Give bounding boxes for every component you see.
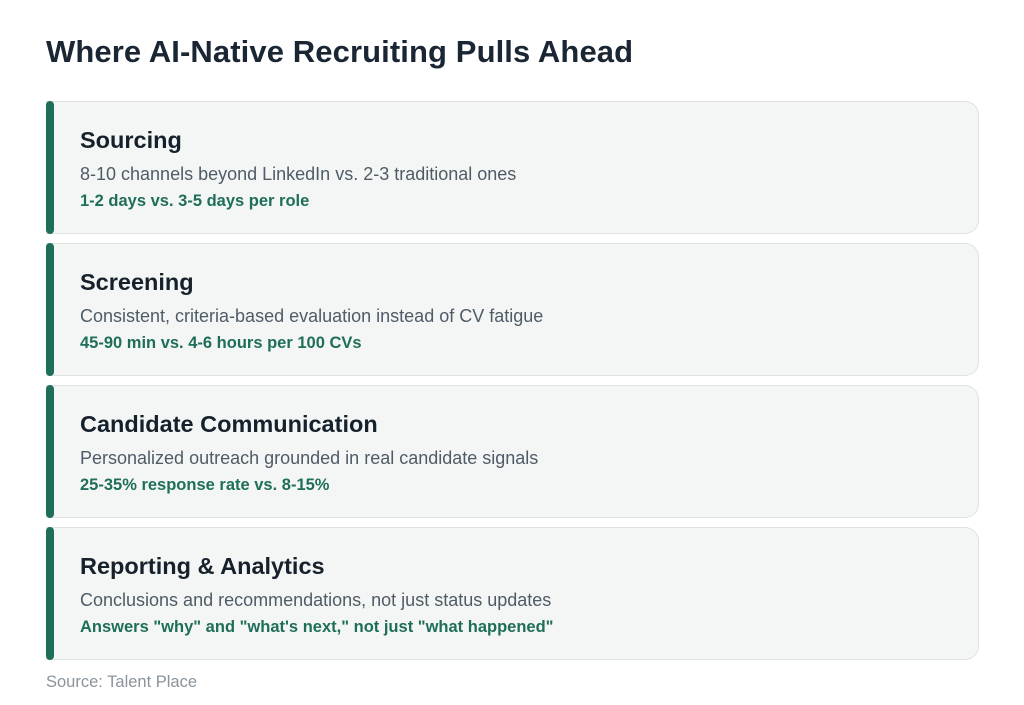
card-metric: 45-90 min vs. 4-6 hours per 100 CVs xyxy=(80,334,362,352)
card-description: Personalized outreach grounded in real c… xyxy=(80,448,539,468)
comparison-card-list: Sourcing 8-10 channels beyond LinkedIn v… xyxy=(46,101,979,669)
card-metric: 25-35% response rate vs. 8-15% xyxy=(80,476,330,494)
card-accent-bar xyxy=(46,527,54,660)
card-accent-bar xyxy=(46,243,54,376)
card-description: 8-10 channels beyond LinkedIn vs. 2-3 tr… xyxy=(80,164,517,184)
card-metric: Answers "why" and "what's next," not jus… xyxy=(80,618,554,636)
card-screening: Screening Consistent, criteria-based eva… xyxy=(46,243,979,376)
card-candidate-communication: Candidate Communication Personalized out… xyxy=(46,385,979,518)
card-sourcing: Sourcing 8-10 channels beyond LinkedIn v… xyxy=(46,101,979,234)
card-reporting-analytics: Reporting & Analytics Conclusions and re… xyxy=(46,527,979,660)
page-title: Where AI-Native Recruiting Pulls Ahead xyxy=(46,34,634,69)
source-note: Source: Talent Place xyxy=(46,673,198,691)
card-title: Reporting & Analytics xyxy=(80,553,325,579)
card-description: Conclusions and recommendations, not jus… xyxy=(80,590,552,610)
card-title: Sourcing xyxy=(80,127,182,153)
card-accent-bar xyxy=(46,101,54,234)
card-metric: 1-2 days vs. 3-5 days per role xyxy=(80,192,310,210)
card-title: Screening xyxy=(80,269,194,295)
card-title: Candidate Communication xyxy=(80,411,378,437)
card-accent-bar xyxy=(46,385,54,518)
card-description: Consistent, criteria-based evaluation in… xyxy=(80,306,544,326)
